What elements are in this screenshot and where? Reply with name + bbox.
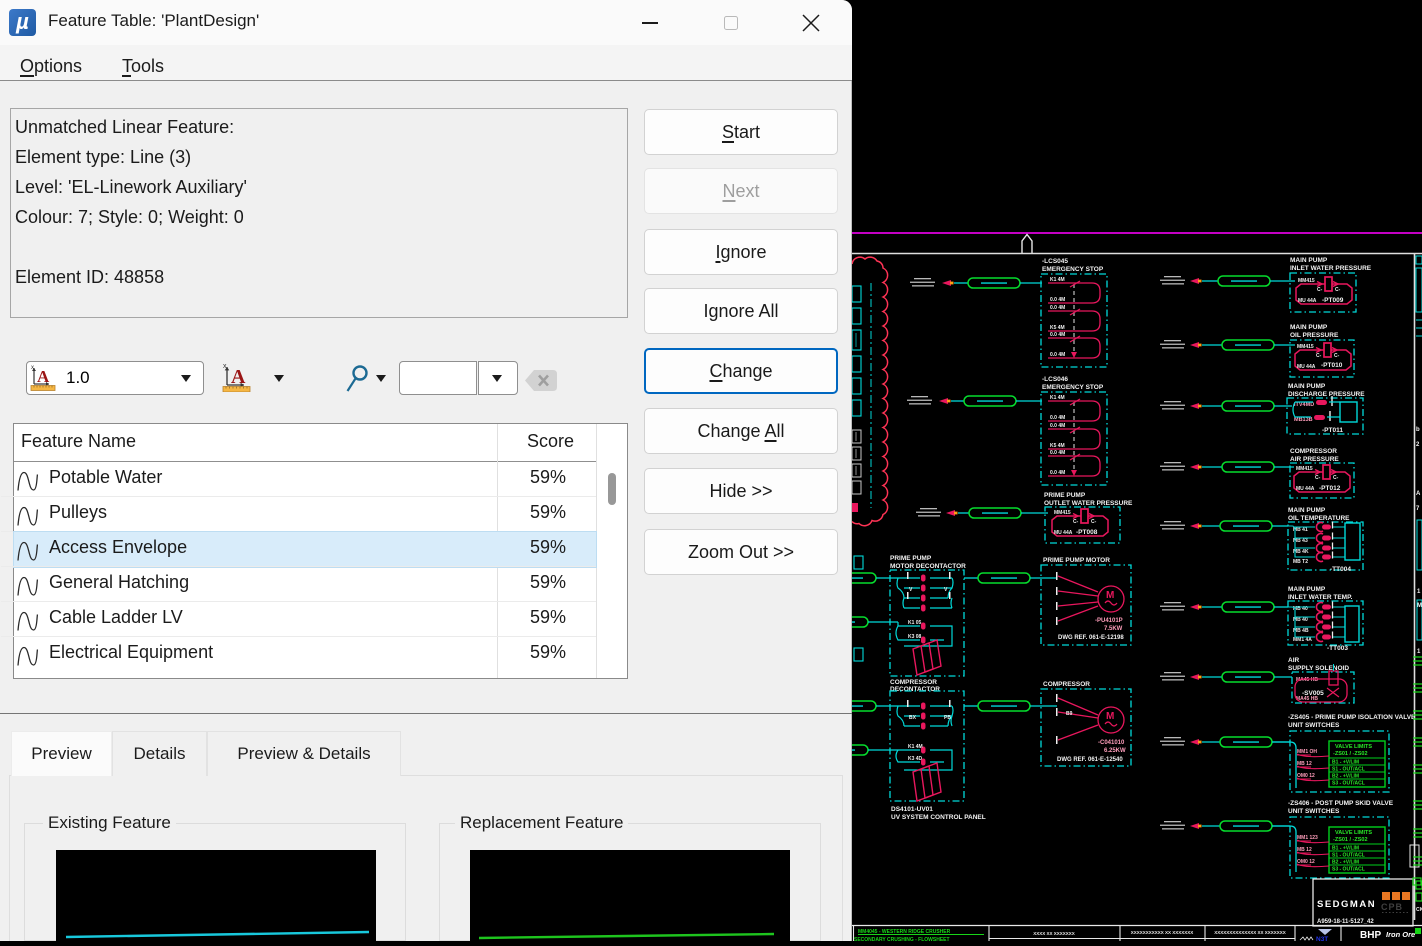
svg-text:MB 12: MB 12 xyxy=(1297,847,1312,853)
svg-text:MB T2: MB T2 xyxy=(1293,559,1308,565)
svg-text:MAIN PUMP: MAIN PUMP xyxy=(1290,324,1328,331)
svg-text:b: b xyxy=(1416,427,1420,433)
svg-text:XXXXXXXXXXXXXX XX XXXXXXX: XXXXXXXXXXXXXX XX XXXXXXX xyxy=(1214,930,1286,935)
svg-text:XXXX XX XXXXXXX: XXXX XX XXXXXXX xyxy=(1033,931,1075,936)
svg-text:MAIN PUMP: MAIN PUMP xyxy=(1288,507,1326,514)
svg-text:-ZS405 - PRIME PUMP ISOLATION: -ZS405 - PRIME PUMP ISOLATION VALVE xyxy=(1288,714,1416,721)
svg-text:2: 2 xyxy=(1416,442,1420,448)
svg-text:K5 4M: K5 4M xyxy=(1050,325,1065,331)
svg-text:MAIN PUMP: MAIN PUMP xyxy=(1288,383,1326,390)
svg-text:COMPRESSOR: COMPRESSOR xyxy=(890,679,937,686)
svg-text:K1 4M: K1 4M xyxy=(1050,277,1065,283)
svg-text:7: 7 xyxy=(1416,506,1420,512)
svg-text:0.0 4M: 0.0 4M xyxy=(1050,297,1065,303)
svg-text:0.0 4M: 0.0 4M xyxy=(1050,305,1065,311)
svg-text:BX: BX xyxy=(909,715,917,721)
svg-text:-PT011: -PT011 xyxy=(1322,427,1343,434)
svg-text:EMERGENCY STOP: EMERGENCY STOP xyxy=(1042,266,1104,273)
svg-text:K1 4M: K1 4M xyxy=(1050,395,1065,401)
svg-text:OIL TEMPERATURE: OIL TEMPERATURE xyxy=(1288,515,1350,522)
svg-text:MM1 123: MM1 123 xyxy=(1297,835,1318,841)
svg-text:0.0 4M: 0.0 4M xyxy=(1050,423,1065,429)
svg-text:-LCS045: -LCS045 xyxy=(1042,258,1068,265)
svg-text:MM1 4A: MM1 4A xyxy=(1293,637,1312,643)
svg-text:BHP: BHP xyxy=(1360,930,1381,941)
svg-text:MB13B: MB13B xyxy=(1294,417,1313,423)
svg-text:COMPRESSOR: COMPRESSOR xyxy=(1290,448,1337,455)
svg-text:0.0 4M: 0.0 4M xyxy=(1050,450,1065,456)
svg-text:DISCHARGE PRESSURE: DISCHARGE PRESSURE xyxy=(1288,391,1365,398)
svg-text:UNIT SWITCHES: UNIT SWITCHES xyxy=(1288,808,1340,815)
svg-text:OM0 12: OM0 12 xyxy=(1297,859,1315,865)
svg-text:DS4101-UV01: DS4101-UV01 xyxy=(891,806,933,813)
svg-text:K1 05: K1 05 xyxy=(908,620,922,626)
svg-text:ITV4MD: ITV4MD xyxy=(1294,402,1314,408)
svg-text:K1 4M: K1 4M xyxy=(908,744,923,750)
svg-text:A: A xyxy=(37,367,50,386)
svg-text:CKT: CKT xyxy=(1416,907,1422,913)
svg-text:M: M xyxy=(1106,590,1114,601)
svg-text:x: x xyxy=(223,363,227,370)
svg-text:-TT004: -TT004 xyxy=(1330,566,1351,573)
svg-text:B9: B9 xyxy=(1066,711,1073,717)
svg-text:-PT012: -PT012 xyxy=(1319,485,1341,492)
svg-text:DWG REF. 061-E-12540: DWG REF. 061-E-12540 xyxy=(1057,757,1123,763)
svg-text:1: 1 xyxy=(1417,589,1421,595)
svg-text:-C041010: -C041010 xyxy=(1098,740,1125,746)
svg-text:-TT003: -TT003 xyxy=(1327,645,1348,652)
svg-text:-PT010: -PT010 xyxy=(1321,362,1343,369)
svg-text:OM0 12: OM0 12 xyxy=(1297,773,1315,779)
svg-text:AIR: AIR xyxy=(1288,657,1300,664)
svg-text:PRIME PUMP: PRIME PUMP xyxy=(1044,492,1086,499)
svg-text:0.0 4M: 0.0 4M xyxy=(1050,470,1065,476)
svg-text:PRIME PUMP MOTOR: PRIME PUMP MOTOR xyxy=(1043,557,1110,564)
svg-text:Iron Ore: Iron Ore xyxy=(1386,930,1415,939)
svg-text:7.5KW: 7.5KW xyxy=(1104,626,1123,632)
svg-text:A: A xyxy=(1416,491,1421,497)
svg-text:AIR PRESSURE: AIR PRESSURE xyxy=(1290,456,1339,463)
svg-text:XXXXXXXXXXX XX XXXXXXX: XXXXXXXXXXX XX XXXXXXX xyxy=(1131,930,1194,935)
svg-text:MAIN PUMP: MAIN PUMP xyxy=(1288,586,1326,593)
svg-text:COMPRESSOR: COMPRESSOR xyxy=(1043,681,1090,688)
svg-text:OIL PRESSURE: OIL PRESSURE xyxy=(1290,332,1339,339)
svg-text:K3 08: K3 08 xyxy=(908,634,922,640)
svg-text:MM1 OH: MM1 OH xyxy=(1297,749,1317,755)
svg-text:0.0 4M: 0.0 4M xyxy=(1050,415,1065,421)
svg-text:OUTLET WATER PRESSURE: OUTLET WATER PRESSURE xyxy=(1044,500,1133,507)
svg-text:DWG REF. 061-E-12198: DWG REF. 061-E-12198 xyxy=(1058,635,1124,641)
svg-text:EMERGENCY STOP: EMERGENCY STOP xyxy=(1042,384,1104,391)
svg-text:-LCS046: -LCS046 xyxy=(1042,376,1068,383)
svg-text:SEDGMAN: SEDGMAN xyxy=(1317,899,1376,910)
svg-text:A959-18-11-5127_42: A959-18-11-5127_42 xyxy=(1317,919,1374,925)
svg-text:MB 12: MB 12 xyxy=(1297,761,1312,767)
svg-text:N3T: N3T xyxy=(1316,936,1328,941)
svg-text:SUPPLY SOLENOID: SUPPLY SOLENOID xyxy=(1288,665,1349,672)
svg-text:K5 4M: K5 4M xyxy=(1050,443,1065,449)
svg-text:K3 4D: K3 4D xyxy=(908,756,923,762)
svg-text:-SV005: -SV005 xyxy=(1302,690,1324,697)
svg-text:CPB: CPB xyxy=(1381,902,1403,912)
svg-text:0.0 4M: 0.0 4M xyxy=(1050,352,1065,358)
svg-text:0.0 4M: 0.0 4M xyxy=(1050,332,1065,338)
svg-text:M: M xyxy=(1106,711,1114,722)
svg-text:PRIME PUMP: PRIME PUMP xyxy=(890,555,932,562)
svg-text:INLET WATER TEMP.: INLET WATER TEMP. xyxy=(1288,594,1353,601)
svg-text:M: M xyxy=(1417,603,1422,609)
svg-text:-ZS406 - POST PUMP SKID VALVE: -ZS406 - POST PUMP SKID VALVE xyxy=(1288,800,1394,807)
svg-text:-PT008: -PT008 xyxy=(1076,529,1098,536)
svg-text:-PU4101P: -PU4101P xyxy=(1095,618,1123,624)
svg-text:MAIN PUMP: MAIN PUMP xyxy=(1290,257,1328,264)
svg-text:UV SYSTEM CONTROL PANEL: UV SYSTEM CONTROL PANEL xyxy=(891,814,986,821)
svg-text:MOTOR DECONTACTOR: MOTOR DECONTACTOR xyxy=(890,563,966,570)
svg-text:DECONTACTOR: DECONTACTOR xyxy=(890,686,940,693)
svg-text:x: x xyxy=(31,365,34,371)
svg-text:-PT009: -PT009 xyxy=(1322,297,1344,304)
svg-text:PB: PB xyxy=(944,715,951,721)
svg-text:6.25KW: 6.25KW xyxy=(1104,748,1126,754)
svg-text:INLET WATER PRESSURE: INLET WATER PRESSURE xyxy=(1290,265,1372,272)
svg-text:SECONDARY CRUSHING - FLOWSHEET: SECONDARY CRUSHING - FLOWSHEET xyxy=(854,937,950,941)
svg-text:UNIT SWITCHES: UNIT SWITCHES xyxy=(1288,722,1340,729)
svg-text:1: 1 xyxy=(1417,649,1421,655)
